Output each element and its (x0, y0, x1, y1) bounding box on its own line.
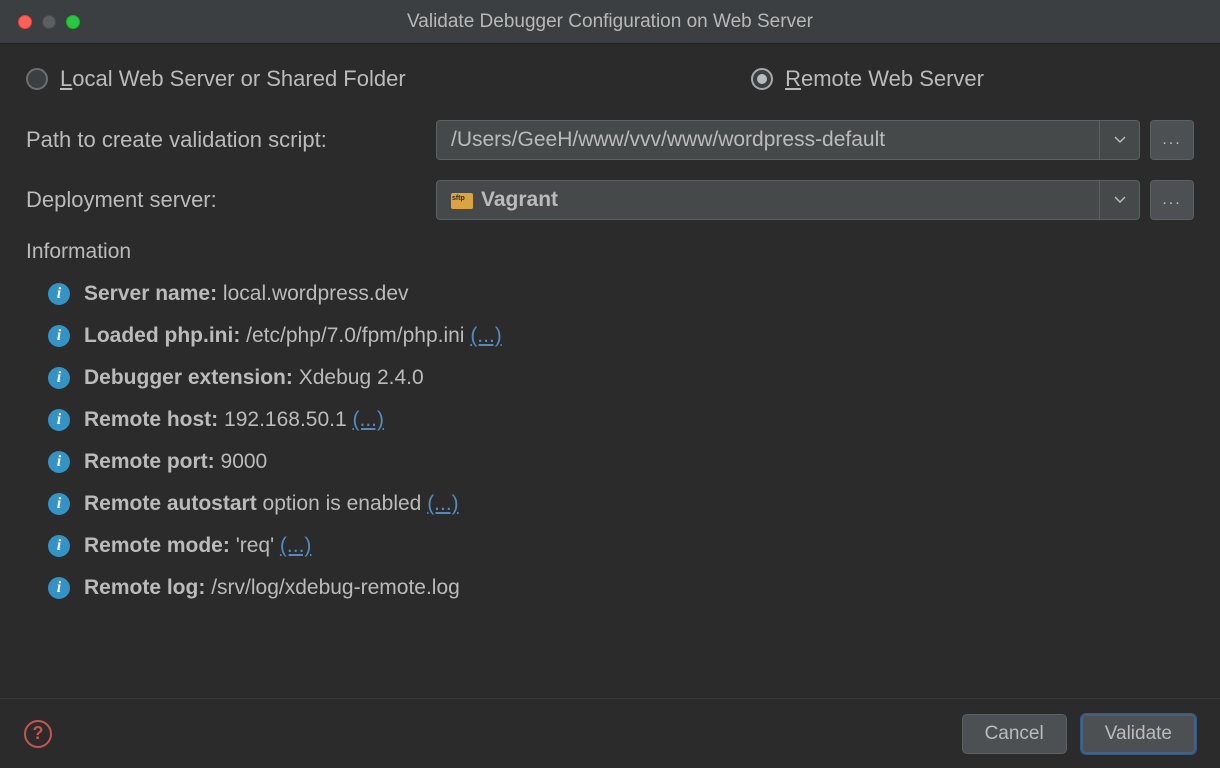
deployment-server-select[interactable]: Vagrant (436, 180, 1140, 220)
info-server-name: i Server name: local.wordpress.dev (48, 282, 1194, 306)
info-icon: i (48, 493, 70, 515)
info-remote-port: i Remote port: 9000 (48, 450, 1194, 474)
info-icon: i (48, 367, 70, 389)
sftp-icon (451, 190, 473, 210)
information-list: i Server name: local.wordpress.dev i Loa… (26, 282, 1194, 600)
chevron-down-icon (1114, 196, 1126, 204)
cancel-button[interactable]: Cancel (962, 714, 1067, 754)
validate-button[interactable]: Validate (1081, 714, 1196, 754)
info-loaded-php-ini: i Loaded php.ini: /etc/php/7.0/fpm/php.i… (48, 324, 1194, 348)
remote-mode-link[interactable]: (...) (280, 534, 312, 557)
chevron-down-icon (1114, 136, 1126, 144)
info-remote-log: i Remote log: /srv/log/xdebug-remote.log (48, 576, 1194, 600)
information-header: Information (26, 240, 1194, 264)
info-icon: i (48, 325, 70, 347)
info-remote-autostart: i Remote autostart option is enabled (..… (48, 492, 1194, 516)
radio-local-label: Local Web Server or Shared Folder (60, 66, 406, 92)
maximize-window-button[interactable] (66, 15, 80, 29)
info-icon: i (48, 283, 70, 305)
info-icon: i (48, 577, 70, 599)
window-title: Validate Debugger Configuration on Web S… (0, 11, 1220, 33)
deploy-label: Deployment server: (26, 187, 426, 213)
info-icon: i (48, 535, 70, 557)
info-debugger-extension: i Debugger extension: Xdebug 2.4.0 (48, 366, 1194, 390)
remote-autostart-link[interactable]: (...) (427, 492, 459, 515)
path-value: /Users/GeeH/www/vvv/www/wordpress-defaul… (437, 128, 1099, 152)
deploy-dropdown-arrow[interactable] (1099, 181, 1139, 219)
titlebar: Validate Debugger Configuration on Web S… (0, 0, 1220, 44)
info-remote-mode: i Remote mode: 'req' (...) (48, 534, 1194, 558)
info-remote-host: i Remote host: 192.168.50.1 (...) (48, 408, 1194, 432)
traffic-lights (0, 15, 80, 29)
path-dropdown-arrow[interactable] (1099, 121, 1139, 159)
path-label: Path to create validation script: (26, 127, 426, 153)
path-input[interactable]: /Users/GeeH/www/vvv/www/wordpress-defaul… (436, 120, 1140, 160)
radio-remote-server[interactable]: Remote Web Server (751, 66, 984, 92)
close-window-button[interactable] (18, 15, 32, 29)
help-button[interactable]: ? (24, 720, 52, 748)
remote-host-link[interactable]: (...) (353, 408, 385, 431)
radio-local-server[interactable]: Local Web Server or Shared Folder (26, 66, 406, 92)
php-ini-link[interactable]: (...) (470, 324, 502, 347)
radio-icon (26, 68, 48, 90)
deploy-browse-button[interactable]: ... (1150, 180, 1194, 220)
path-browse-button[interactable]: ... (1150, 120, 1194, 160)
radio-icon (751, 68, 773, 90)
dialog-footer: ? Cancel Validate (0, 698, 1220, 768)
deploy-value: Vagrant (481, 188, 558, 212)
info-icon: i (48, 451, 70, 473)
info-icon: i (48, 409, 70, 431)
minimize-window-button[interactable] (42, 15, 56, 29)
radio-remote-label: Remote Web Server (785, 66, 984, 92)
